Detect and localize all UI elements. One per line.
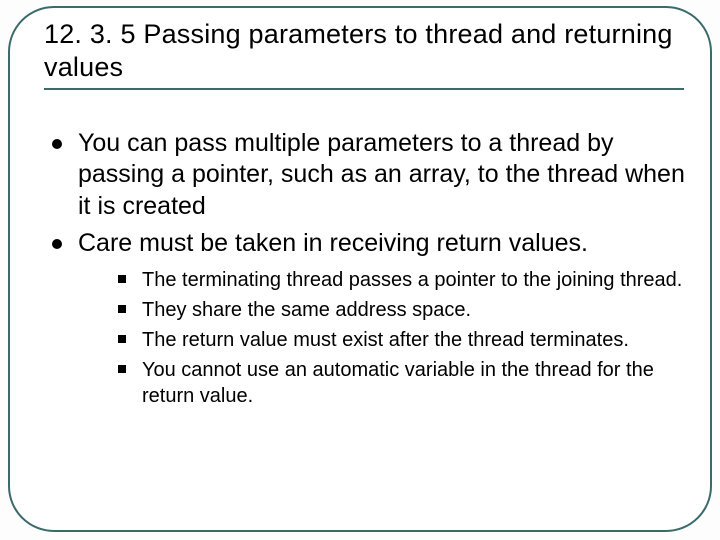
bullet-text: Care must be taken in receiving return v… <box>78 229 588 257</box>
bullet-text: You can pass multiple parameters to a th… <box>78 129 685 220</box>
sub-bullet-text: They share the same address space. <box>142 299 471 321</box>
sub-bullet-text: The terminating thread passes a pointer … <box>142 269 682 291</box>
list-item: The return value must exist after the th… <box>112 327 694 353</box>
title-underline <box>44 88 684 90</box>
slide-frame: 12. 3. 5 Passing parameters to thread an… <box>8 6 712 532</box>
title-block: 12. 3. 5 Passing parameters to thread an… <box>44 18 684 90</box>
list-item: Care must be taken in receiving return v… <box>44 228 694 409</box>
sub-bullet-list: The terminating thread passes a pointer … <box>78 267 694 409</box>
list-item: You can pass multiple parameters to a th… <box>44 128 694 222</box>
list-item: The terminating thread passes a pointer … <box>112 267 694 293</box>
slide-title: 12. 3. 5 Passing parameters to thread an… <box>44 18 684 84</box>
sub-bullet-text: You cannot use an automatic variable in … <box>142 359 654 407</box>
main-bullet-list: You can pass multiple parameters to a th… <box>44 128 694 409</box>
content-area: You can pass multiple parameters to a th… <box>44 128 694 415</box>
sub-bullet-text: The return value must exist after the th… <box>142 329 629 351</box>
list-item: They share the same address space. <box>112 297 694 323</box>
list-item: You cannot use an automatic variable in … <box>112 357 694 409</box>
